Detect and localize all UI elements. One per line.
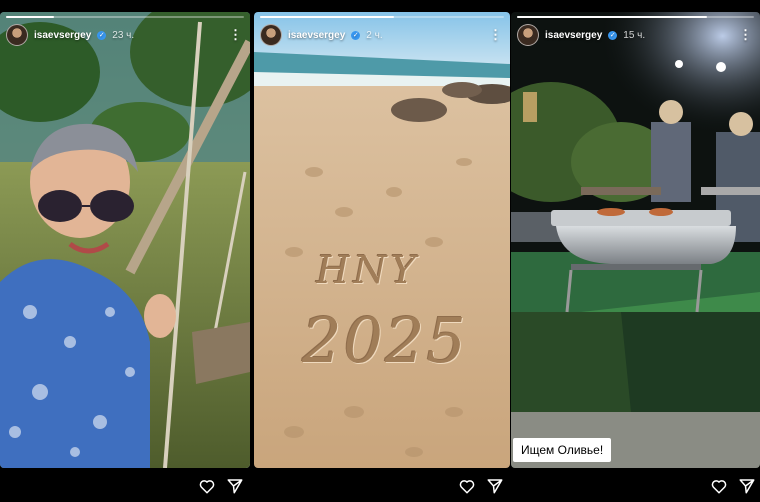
story-1-progress-bar [6, 16, 244, 18]
more-vertical-icon[interactable]: ⋮ [737, 28, 754, 41]
heart-icon[interactable] [198, 477, 216, 495]
story-3-header: isaevsergey ✓ 15 ч. ⋮ [517, 24, 754, 46]
story-caption: Ищем Оливье! [513, 438, 612, 462]
send-icon[interactable] [226, 477, 244, 495]
story-1-header: isaevsergey ✓ 23 ч. ⋮ [6, 24, 244, 46]
story-card-3[interactable]: isaevsergey ✓ 15 ч. ⋮ Ищем Оливье! [511, 12, 760, 468]
story-card-2[interactable]: HNY 2025 isaevsergey ✓ 2 ч. ⋮ [254, 12, 510, 468]
send-icon[interactable] [738, 477, 756, 495]
verified-badge-icon: ✓ [97, 30, 107, 40]
story-3-photo [511, 12, 760, 468]
verified-badge-icon: ✓ [608, 30, 618, 40]
timestamp: 15 ч. [623, 29, 646, 41]
timestamp: 23 ч. [112, 29, 135, 41]
sand-text-line-2: 2025 [302, 304, 468, 377]
avatar[interactable] [6, 24, 28, 46]
story-1-footer [0, 473, 244, 499]
story-1-photo [0, 12, 250, 468]
story-2-footer [254, 473, 504, 499]
avatar[interactable] [517, 24, 539, 46]
story-2-progress-bar [260, 16, 504, 18]
avatar[interactable] [260, 24, 282, 46]
story-3-progress-fill [517, 16, 707, 18]
story-1-progress-fill [6, 16, 54, 18]
story-2-progress-fill [260, 16, 395, 18]
heart-icon[interactable] [710, 477, 728, 495]
username[interactable]: isaevsergey [34, 30, 91, 41]
username[interactable]: isaevsergey [545, 30, 602, 41]
story-card-1[interactable]: isaevsergey ✓ 23 ч. ⋮ [0, 12, 250, 468]
username[interactable]: isaevsergey [288, 30, 345, 41]
story-2-header: isaevsergey ✓ 2 ч. ⋮ [260, 24, 504, 46]
story-2-photo [254, 12, 510, 468]
story-3-footer [511, 473, 756, 499]
timestamp: 2 ч. [366, 29, 383, 41]
story-3-progress-bar [517, 16, 754, 18]
verified-badge-icon: ✓ [351, 30, 361, 40]
heart-icon[interactable] [458, 477, 476, 495]
more-vertical-icon[interactable]: ⋮ [227, 28, 244, 41]
sand-text-line-1: HNY [316, 248, 420, 292]
more-vertical-icon[interactable]: ⋮ [487, 28, 504, 41]
send-icon[interactable] [486, 477, 504, 495]
